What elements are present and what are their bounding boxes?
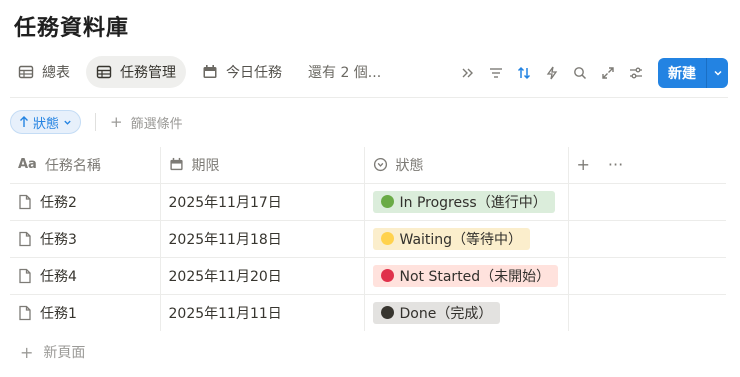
- empty-cell: [567, 293, 726, 331]
- text-type-icon: Aa: [18, 157, 37, 173]
- page-icon: [19, 231, 31, 246]
- new-page-button[interactable]: + 新頁面: [20, 342, 85, 362]
- calendar-icon: [169, 158, 183, 171]
- column-header-label: 狀態: [395, 157, 424, 174]
- new-button[interactable]: 新建: [658, 58, 728, 88]
- more-views[interactable]: 還有 2 個...: [298, 56, 391, 88]
- due-date: 2025年11月18日: [168, 231, 282, 248]
- divider: [10, 97, 728, 98]
- new-page-label: 新頁面: [43, 345, 86, 361]
- lightning-icon[interactable]: [538, 59, 566, 87]
- status-cell[interactable]: In Progress（進行中）: [363, 182, 568, 220]
- name-cell[interactable]: 任務4: [10, 256, 160, 294]
- add-column-button[interactable]: +: [577, 155, 590, 174]
- page-icon: [19, 268, 31, 283]
- status-label: Waiting（等待中）: [399, 231, 523, 248]
- task-name: 任務2: [40, 194, 77, 211]
- name-cell[interactable]: 任務1: [10, 293, 160, 331]
- view-tabs: 總表 任務管理 今日任務 還有 2 個...: [8, 55, 397, 89]
- tab-label: 任務管理: [120, 65, 176, 81]
- due-date: 2025年11月17日: [168, 194, 282, 211]
- due-date: 2025年11月11日: [168, 305, 282, 322]
- tab-today[interactable]: 今日任務: [192, 56, 292, 88]
- status-cell[interactable]: Waiting（等待中）: [363, 219, 568, 257]
- due-date: 2025年11月20日: [168, 268, 282, 285]
- plus-icon: +: [20, 342, 34, 362]
- new-button-label: 新建: [668, 66, 696, 82]
- chevron-down-icon[interactable]: [706, 58, 728, 88]
- page-title: 任務資料庫: [14, 16, 130, 41]
- add-filter-button[interactable]: + 篩選條件: [110, 113, 183, 132]
- date-cell[interactable]: 2025年11月20日: [159, 256, 364, 294]
- chevron-down-icon: [64, 120, 71, 125]
- add-filter-label: 篩選條件: [130, 116, 183, 132]
- filter-bar: 狀態 + 篩選條件: [10, 110, 183, 134]
- column-header-name[interactable]: Aa 任務名稱: [10, 147, 160, 183]
- status-cell[interactable]: Done（完成）: [363, 293, 568, 331]
- name-cell[interactable]: 任務3: [10, 219, 160, 257]
- empty-cell: [567, 256, 726, 294]
- column-header-actions: + ···: [567, 147, 726, 183]
- status-badge: Waiting（等待中）: [372, 227, 531, 250]
- table-row[interactable]: 任務4 2025年11月20日 Not Started（未開始）: [10, 256, 726, 294]
- sort-chip[interactable]: 狀態: [10, 110, 82, 134]
- settings-sliders-icon[interactable]: [622, 59, 650, 87]
- table-row[interactable]: 任務3 2025年11月18日 Waiting（等待中）: [10, 219, 726, 257]
- task-name: 任務3: [40, 231, 77, 248]
- plus-icon: +: [110, 113, 123, 131]
- tab-label: 總表: [42, 65, 70, 81]
- expand-icon[interactable]: [594, 59, 622, 87]
- date-cell[interactable]: 2025年11月17日: [159, 182, 364, 220]
- arrow-up-icon: [20, 116, 28, 127]
- toolbar: 新建: [454, 58, 728, 88]
- name-cell[interactable]: 任務2: [10, 182, 160, 220]
- table-icon: [18, 64, 34, 80]
- task-name: 任務1: [40, 305, 77, 322]
- status-cell[interactable]: Not Started（未開始）: [363, 256, 568, 294]
- column-header-date[interactable]: 期限: [159, 147, 364, 183]
- filter-icon[interactable]: [482, 59, 510, 87]
- table-icon: [96, 64, 112, 80]
- tab-overview[interactable]: 總表: [8, 56, 80, 88]
- tab-task-management[interactable]: 任務管理: [86, 56, 186, 88]
- status-dot: [380, 306, 394, 320]
- double-chevron-right-icon[interactable]: [454, 59, 482, 87]
- empty-cell: [567, 182, 726, 220]
- status-icon: [373, 158, 387, 172]
- status-dot: [380, 195, 394, 208]
- status-badge: Done（完成）: [372, 301, 501, 324]
- column-header-label: 期限: [191, 157, 220, 174]
- table-row[interactable]: 任務1 2025年11月11日 Done（完成）: [10, 293, 726, 331]
- status-dot: [380, 232, 394, 245]
- sort-chip-label: 狀態: [33, 116, 60, 132]
- calendar-icon: [202, 64, 218, 80]
- tab-label: 今日任務: [226, 65, 282, 81]
- table-row[interactable]: 任務2 2025年11月17日 In Progress（進行中）: [10, 182, 726, 220]
- more-options-button[interactable]: ···: [608, 155, 623, 174]
- status-badge: Not Started（未開始）: [372, 264, 559, 287]
- date-cell[interactable]: 2025年11月11日: [159, 293, 364, 331]
- date-cell[interactable]: 2025年11月18日: [159, 219, 364, 257]
- divider: [95, 113, 97, 131]
- status-label: Not Started（未開始）: [399, 268, 551, 285]
- task-name: 任務4: [40, 268, 77, 285]
- sort-icon[interactable]: [510, 59, 538, 87]
- page-icon: [19, 305, 31, 320]
- status-label: Done（完成）: [399, 305, 493, 322]
- empty-cell: [567, 219, 726, 257]
- status-label: In Progress（進行中）: [399, 194, 547, 211]
- task-table: Aa 任務名稱 期限 狀態 + ··· 任務2 2025年11月17日 In P…: [10, 147, 726, 331]
- status-dot: [380, 269, 394, 282]
- column-header-status[interactable]: 狀態: [363, 147, 568, 183]
- column-header-label: 任務名稱: [44, 157, 101, 174]
- search-icon[interactable]: [566, 59, 594, 87]
- page-icon: [19, 194, 31, 209]
- status-badge: In Progress（進行中）: [372, 190, 555, 213]
